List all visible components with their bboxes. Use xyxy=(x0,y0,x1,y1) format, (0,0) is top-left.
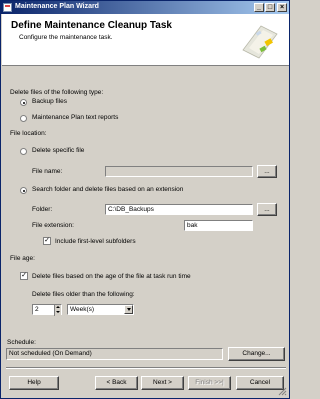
cancel-button[interactable]: Cancel xyxy=(236,376,284,390)
delete-type-heading: Delete files of the following type: xyxy=(10,89,104,96)
resize-grip-icon[interactable] xyxy=(278,387,287,396)
schedule-field: Not scheduled (On Demand) xyxy=(6,348,223,360)
search-folder-label[interactable]: Search folder and delete files based on … xyxy=(32,186,183,193)
page-title: Define Maintenance Cleanup Task xyxy=(11,20,172,31)
window-title: Maintenance Plan Wizard xyxy=(15,3,99,10)
minimize-button[interactable]: _ xyxy=(254,3,264,12)
folder-browse-button[interactable]: ... xyxy=(257,203,277,216)
finish-button: Finish >>| xyxy=(188,376,231,390)
title-bar[interactable]: Maintenance Plan Wizard _ □ × xyxy=(1,1,289,14)
maximize-button[interactable]: □ xyxy=(265,3,275,12)
delete-by-age-checkbox[interactable]: ✓ xyxy=(20,272,28,280)
folder-input[interactable]: C:\DB_Backups xyxy=(105,204,253,215)
delete-specific-file-radio[interactable] xyxy=(20,148,27,155)
backup-files-radio[interactable] xyxy=(20,99,27,106)
app-icon xyxy=(3,3,12,12)
age-amount-value: 2 xyxy=(35,306,39,313)
spinner-arrows-icon[interactable] xyxy=(54,305,61,316)
help-button[interactable]: Help xyxy=(9,376,59,390)
schedule-label: Schedule: xyxy=(7,339,36,346)
text-reports-radio[interactable] xyxy=(20,115,27,122)
wizard-window: Maintenance Plan Wizard _ □ × Define Mai… xyxy=(0,0,290,399)
file-age-heading: File age: xyxy=(10,255,35,262)
chevron-down-icon[interactable] xyxy=(124,305,133,314)
file-name-input[interactable] xyxy=(105,166,253,177)
next-button[interactable]: Next > xyxy=(141,376,184,390)
text-reports-label[interactable]: Maintenance Plan text reports xyxy=(32,114,118,121)
folder-label: Folder: xyxy=(32,206,53,213)
file-name-browse-button[interactable]: ... xyxy=(257,165,277,178)
page-subtitle: Configure the maintenance task. xyxy=(19,34,113,41)
change-schedule-button[interactable]: Change... xyxy=(228,347,285,361)
delete-by-age-label[interactable]: Delete files based on the age of the fil… xyxy=(32,273,191,280)
close-button[interactable]: × xyxy=(277,3,287,12)
back-button[interactable]: < Back xyxy=(95,376,138,390)
search-folder-radio[interactable] xyxy=(20,187,27,194)
delete-specific-file-label[interactable]: Delete specific file xyxy=(32,147,84,154)
footer-divider xyxy=(6,367,286,369)
include-subfolders-label[interactable]: Include first-level subfolders xyxy=(55,238,136,245)
age-amount-spinner[interactable]: 2 xyxy=(32,304,62,316)
backup-files-label[interactable]: Backup files xyxy=(32,98,67,105)
file-extension-input[interactable]: bak xyxy=(184,220,253,231)
file-location-heading: File location: xyxy=(10,130,47,137)
file-name-label: File name: xyxy=(32,168,63,175)
file-extension-label: File extension: xyxy=(32,222,74,229)
include-subfolders-checkbox[interactable]: ✓ xyxy=(43,237,51,245)
older-than-label: Delete files older than the following: xyxy=(32,291,135,298)
wizard-banner-icon xyxy=(242,25,278,59)
age-unit-value: Week(s) xyxy=(70,306,95,313)
age-unit-dropdown[interactable]: Week(s) xyxy=(67,304,134,315)
wizard-header: Define Maintenance Cleanup Task Configur… xyxy=(2,14,289,66)
